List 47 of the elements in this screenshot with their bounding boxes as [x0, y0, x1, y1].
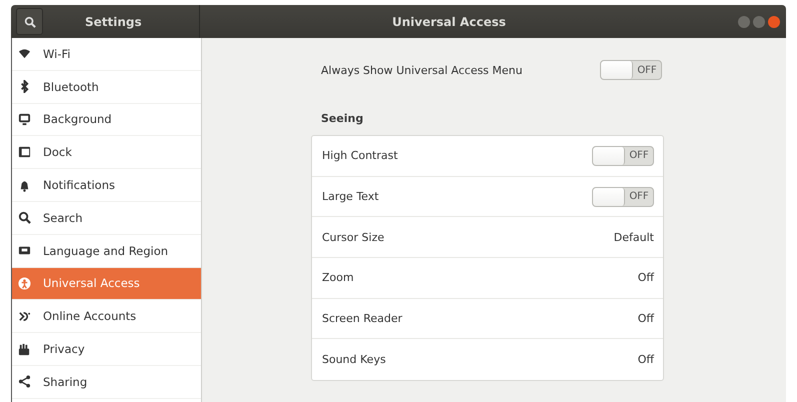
dock-icon	[18, 146, 31, 159]
setting-value: Off	[638, 312, 654, 326]
setting-value: Off	[638, 271, 654, 284]
setting-row[interactable]: Large Text OFF	[312, 176, 663, 218]
setting-label: Sound Keys	[322, 353, 386, 366]
search-icon	[18, 211, 31, 224]
share-icon	[18, 375, 31, 388]
search-icon	[24, 16, 36, 28]
sidebar-item[interactable]: Wi-Fi	[12, 38, 201, 71]
toggle-switch[interactable]: OFF	[592, 146, 654, 166]
setting-row[interactable]: Screen Reader Off	[312, 298, 663, 340]
sidebar-item[interactable]: Bluetooth	[12, 70, 201, 104]
sidebar-item[interactable]: Online Accounts	[12, 300, 201, 334]
setting-label: Cursor Size	[322, 230, 384, 244]
setting-row[interactable]: High Contrast OFF	[312, 136, 663, 177]
minimize-button[interactable]	[738, 16, 750, 28]
accounts-icon	[18, 310, 31, 323]
bell-icon	[18, 178, 31, 192]
maximize-button[interactable]	[753, 16, 765, 28]
toggle-switch[interactable]: OFF	[592, 186, 654, 207]
accessibility-icon	[18, 276, 31, 290]
wifi-icon	[18, 47, 31, 60]
sidebar-item[interactable]: Notifications	[12, 169, 201, 202]
setting-row[interactable]: Zoom Off	[312, 258, 663, 299]
setting-row[interactable]: Cursor Size Default	[312, 217, 663, 258]
sidebar-item[interactable]: Privacy	[12, 333, 201, 366]
setting-label: High Contrast	[322, 149, 398, 162]
setting-label: Always Show Universal Access Menu	[321, 64, 522, 76]
setting-row[interactable]: Sound Keys Off	[312, 339, 663, 380]
setting-label: Screen Reader	[322, 312, 402, 326]
setting-value: Off	[638, 353, 654, 366]
sidebar-item[interactable]: Search	[12, 202, 201, 235]
sidebar-item[interactable]: Sharing	[12, 366, 201, 399]
sidebar-item[interactable]: Background	[12, 104, 201, 136]
toggle-switch[interactable]: OFF	[600, 60, 662, 80]
hand-icon	[18, 342, 31, 356]
setting-label: Zoom	[322, 271, 354, 284]
search-button[interactable]	[16, 8, 43, 35]
setting-label: Large Text	[322, 190, 379, 204]
app-title: Settings	[85, 14, 142, 28]
setting-value: Default	[614, 230, 654, 244]
monitor-icon	[18, 112, 31, 126]
section-heading: Seeing	[321, 112, 364, 125]
close-button[interactable]	[768, 16, 780, 28]
sidebar-item[interactable]: Dock	[12, 136, 201, 170]
bluetooth-icon	[18, 80, 31, 94]
window-title: Universal Access	[391, 14, 507, 28]
